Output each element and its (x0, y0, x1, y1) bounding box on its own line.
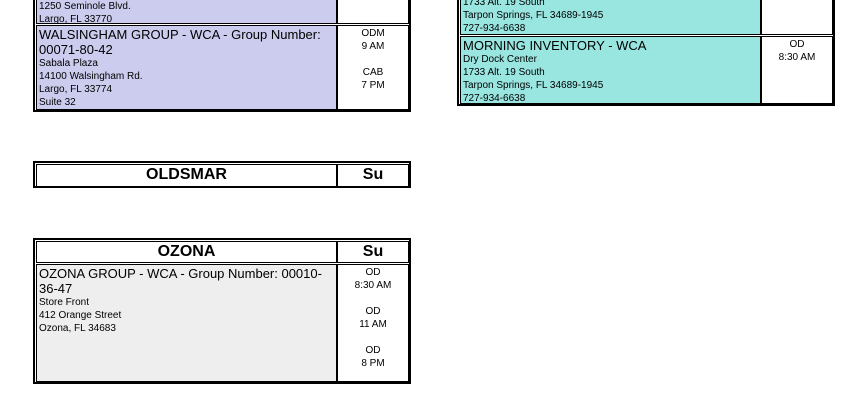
meeting-title: OZONA GROUP - WCA - Group Number: 00010-… (39, 266, 322, 296)
address-line: 1250 Seminole Blvd. (39, 1, 131, 12)
city-line: Largo, FL 33774 (39, 84, 113, 95)
tarpon-meetings-table: 1733 Alt. 19 South Tarpon Springs, FL 34… (457, 0, 835, 106)
address-line: 412 Orange Street (39, 310, 122, 321)
oldsmar-table: OLDSMAR Su (33, 161, 411, 188)
address-line: Largo, FL 33770 (39, 14, 113, 24)
meeting-time: 7 PM (361, 80, 385, 91)
meeting-cell-morning-inventory: MORNING INVENTORY - WCA Dry Dock Center … (460, 36, 761, 104)
city-header: OZONA (36, 241, 337, 263)
meeting-time: 8:30 AM (354, 280, 392, 291)
city-line: Tarpon Springs, FL 34689-1945 (463, 80, 604, 91)
meeting-cell-ozona: OZONA GROUP - WCA - Group Number: 00010-… (36, 264, 337, 382)
phone-line: 727-934-6638 (463, 23, 526, 34)
city-line: Tarpon Springs, FL 34689-1945 (463, 10, 604, 21)
day-header: Su (337, 164, 409, 187)
meeting-time: 11 AM (359, 319, 387, 330)
times-cell-walsingham: ODM 9 AM CAB 7 PM (337, 25, 409, 110)
meeting-title: MORNING INVENTORY - WCA (463, 38, 647, 53)
meeting-cell-partial: 1250 Seminole Blvd. Largo, FL 33770 (36, 0, 337, 24)
address-line: 1733 Alt. 19 South (463, 67, 545, 78)
meeting-type: CAB (362, 67, 384, 78)
venue-line: Dry Dock Center (463, 54, 537, 65)
meeting-title: WALSINGHAM GROUP - WCA - Group Number: 0… (39, 27, 321, 57)
address-line: 1733 Alt. 19 South (463, 0, 545, 8)
venue-line: Store Front (39, 297, 90, 308)
meeting-time: 8:30 AM (778, 52, 816, 63)
times-cell-morning-inventory: OD 8:30 AM (761, 36, 833, 104)
meeting-cell-partial-right: 1733 Alt. 19 South Tarpon Springs, FL 34… (460, 0, 761, 35)
ozona-table: OZONA Su OZONA GROUP - WCA - Group Numbe… (33, 238, 411, 384)
times-cell-partial (337, 0, 409, 24)
venue-line: Sabala Plaza (39, 58, 98, 69)
largo-meetings-table: 1250 Seminole Blvd. Largo, FL 33770 WALS… (33, 0, 411, 112)
city-line: Ozona, FL 34683 (39, 323, 116, 334)
meeting-type: ODM (361, 28, 385, 39)
times-cell-ozona: OD 8:30 AM OD 11 AM OD 8 PM (337, 264, 409, 382)
meeting-type: OD (365, 345, 381, 356)
day-header: Su (337, 241, 409, 263)
suite-line: Suite 32 (39, 97, 76, 108)
meeting-type: OD (789, 39, 805, 50)
meeting-type: OD (365, 306, 381, 317)
city-header: OLDSMAR (36, 164, 337, 187)
address-line: 14100 Walsingham Rd. (39, 71, 143, 82)
meeting-time: 9 AM (361, 41, 385, 52)
times-cell-partial-right (761, 0, 833, 35)
meeting-cell-walsingham: WALSINGHAM GROUP - WCA - Group Number: 0… (36, 25, 337, 110)
meeting-time: 8 PM (361, 358, 385, 369)
phone-line: 727-934-6638 (463, 93, 526, 104)
meeting-type: OD (365, 267, 381, 278)
